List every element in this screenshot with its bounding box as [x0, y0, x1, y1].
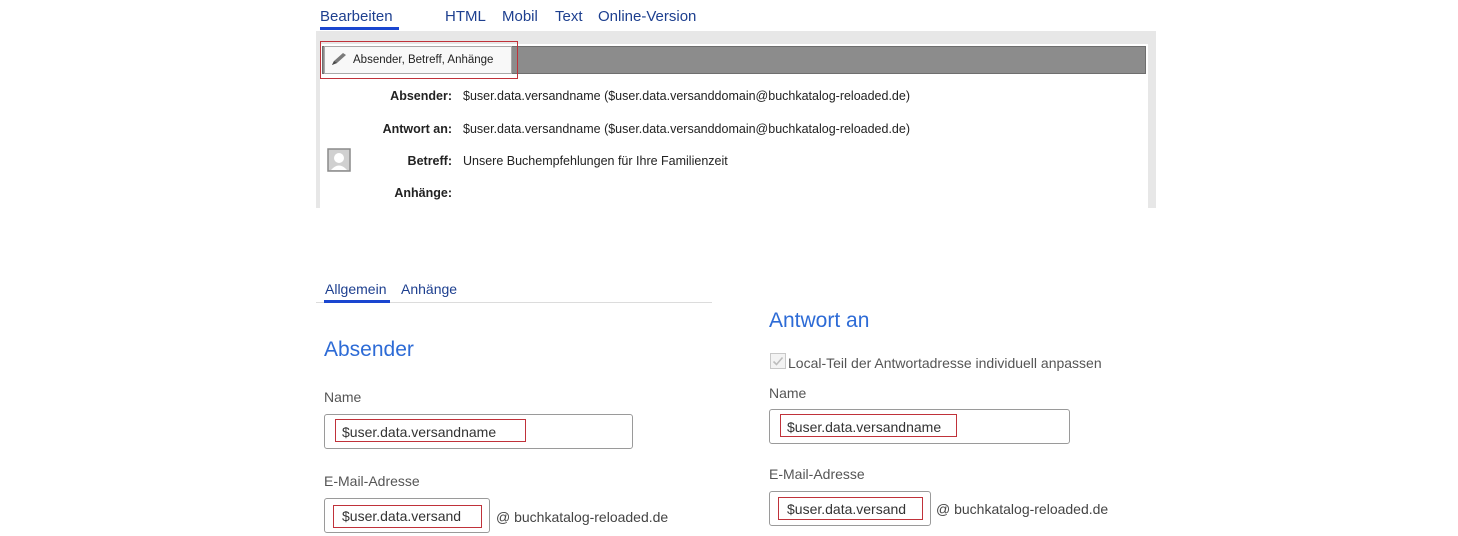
reply-email-domain: @ buchkatalog-reloaded.de — [936, 501, 1109, 517]
reply-name-label: Name — [769, 385, 807, 401]
tab-html[interactable]: HTML — [445, 8, 486, 25]
custom-local-part-checkbox[interactable] — [770, 353, 786, 369]
custom-local-part-label: Local-Teil der Antwortadresse individuel… — [788, 355, 1102, 371]
header-label-anhaenge: Anhänge: — [394, 186, 452, 200]
highlight-edit-button — [320, 41, 518, 79]
tab-online-version[interactable]: Online-Version — [598, 8, 696, 25]
sender-email-label: E-Mail-Adresse — [324, 473, 420, 489]
highlight-sender-email — [333, 505, 482, 528]
active-tab-indicator — [320, 27, 399, 30]
sender-email-domain: @ buchkatalog-reloaded.de — [496, 509, 669, 525]
reply-email-label: E-Mail-Adresse — [769, 466, 865, 482]
tab-text[interactable]: Text — [555, 8, 583, 25]
header-value-absender: $user.data.versandname ($user.data.versa… — [463, 89, 911, 103]
header-label-antwort-an: Antwort an: — [382, 122, 452, 136]
header-label-betreff: Betreff: — [407, 154, 452, 168]
header-label-absender: Absender: — [390, 89, 452, 103]
highlight-sender-name — [335, 419, 526, 442]
tab-allgemein[interactable]: Allgemein — [325, 281, 386, 297]
sender-name-label: Name — [324, 389, 362, 405]
reply-section-title: Antwort an — [769, 309, 870, 332]
header-value-antwort-an: $user.data.versandname ($user.data.versa… — [463, 122, 911, 136]
tab-bearbeiten[interactable]: Bearbeiten — [320, 8, 393, 25]
highlight-reply-email — [778, 497, 923, 520]
header-value-betreff: Unsere Buchempfehlungen für Ihre Familie… — [463, 154, 728, 168]
tab-anhaenge[interactable]: Anhänge — [401, 281, 457, 297]
highlight-reply-name — [780, 414, 957, 437]
tab-mobil[interactable]: Mobil — [502, 8, 538, 25]
check-icon — [772, 356, 784, 366]
sender-section-title: Absender — [324, 338, 414, 361]
active-subtab-indicator — [324, 300, 390, 303]
